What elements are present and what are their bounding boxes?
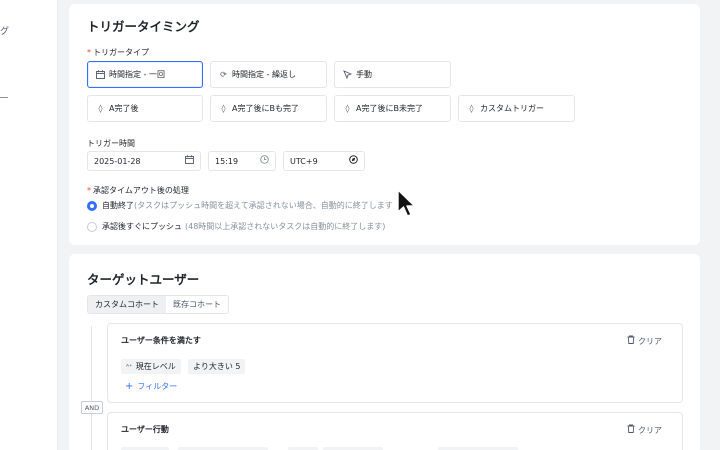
mouse-cursor-icon bbox=[397, 189, 416, 217]
time-picker[interactable]: 15:19 bbox=[208, 151, 276, 171]
trigger-timing-card: トリガータイミング * トリガータイプ 時間指定 - 一回 ⟳ 時間指定 - 繰返… bbox=[69, 4, 700, 245]
trigger-type-after-a-and-b[interactable]: ◊ A完了後にBも完了 bbox=[210, 95, 327, 122]
user-behavior-block: ユーザー行動 クリア bbox=[107, 412, 683, 450]
sidebar-divider bbox=[0, 97, 8, 98]
add-filter-button[interactable]: + フィルター bbox=[125, 381, 177, 392]
trigger-timing-title: トリガータイミング bbox=[87, 19, 200, 34]
trigger-type-custom[interactable]: ◊ カスタムトリガー bbox=[458, 95, 575, 122]
diamond-icon: ◊ bbox=[98, 104, 103, 113]
attribute-icon: ᴬ⁺ bbox=[126, 362, 133, 371]
target-users-title: ターゲットユーザー bbox=[87, 272, 200, 287]
radio-button[interactable] bbox=[87, 221, 97, 232]
sidebar: グ bbox=[0, 0, 58, 450]
trigger-type-label: * トリガータイプ bbox=[87, 48, 149, 57]
radio-button[interactable] bbox=[87, 200, 97, 211]
repeat-icon: ⟳ bbox=[220, 70, 227, 79]
diamond-icon: ◊ bbox=[221, 104, 226, 113]
diamond-icon: ◊ bbox=[345, 104, 350, 113]
trash-icon bbox=[627, 335, 635, 347]
tab-custom-cohort[interactable]: カスタムコホート bbox=[88, 296, 166, 313]
timeout-option-auto-end[interactable]: 自動終了 (タスクはプッシュ時間を超えて承認されない場合、自動的に終了します bbox=[87, 200, 393, 211]
clear-button[interactable]: クリア bbox=[627, 424, 662, 436]
diamond-icon: ◊ bbox=[469, 104, 474, 113]
pointer-icon bbox=[343, 70, 352, 79]
logic-connector-line bbox=[91, 326, 92, 450]
condition-operator-chip[interactable]: より大きい 5 bbox=[188, 359, 246, 374]
target-users-card: ターゲットユーザー カスタムコホート 既存コホート ユーザー条件を満たす クリア… bbox=[69, 254, 700, 450]
trash-icon bbox=[627, 424, 635, 436]
trigger-time-label: トリガー時間 bbox=[87, 139, 135, 148]
clock-icon bbox=[260, 155, 269, 167]
user-condition-title: ユーザー条件を満たす bbox=[121, 336, 201, 345]
timeout-option-push-after-approval[interactable]: 承認後すぐにプッシュ (48時間以上承認されないタスクは自動的に終了します) bbox=[87, 221, 385, 232]
trigger-type-after-a[interactable]: ◊ A完了後 bbox=[87, 95, 203, 122]
logic-and-toggle[interactable]: AND bbox=[81, 401, 103, 414]
calendar-icon bbox=[185, 155, 194, 167]
user-behavior-title: ユーザー行動 bbox=[121, 425, 169, 434]
trigger-type-after-a-b-incomplete[interactable]: ◊ A完了後にB未完了 bbox=[334, 95, 451, 122]
date-picker[interactable]: 2025-01-28 bbox=[87, 151, 201, 171]
user-condition-block: ユーザー条件を満たす クリア ᴬ⁺ 現在レベル より大きい 5 + フィルター bbox=[107, 323, 683, 403]
timezone-select[interactable]: UTC+9 bbox=[283, 151, 365, 171]
trigger-type-repeat[interactable]: ⟳ 時間指定 - 繰返し bbox=[210, 61, 327, 88]
tab-existing-cohort[interactable]: 既存コホート bbox=[166, 296, 228, 313]
cohort-tabs: カスタムコホート 既存コホート bbox=[87, 295, 229, 314]
trigger-type-once[interactable]: 時間指定 - 一回 bbox=[87, 61, 203, 88]
condition-field-chip[interactable]: ᴬ⁺ 現在レベル bbox=[121, 359, 181, 374]
plus-icon: + bbox=[125, 381, 134, 392]
timeout-label: * 承認タイムアウト後の処理 bbox=[87, 186, 189, 195]
compass-icon bbox=[349, 155, 358, 167]
sidebar-item-label[interactable]: グ bbox=[0, 24, 9, 37]
calendar-icon bbox=[96, 70, 105, 79]
trigger-type-manual[interactable]: 手動 bbox=[334, 61, 451, 88]
clear-button[interactable]: クリア bbox=[627, 335, 662, 347]
